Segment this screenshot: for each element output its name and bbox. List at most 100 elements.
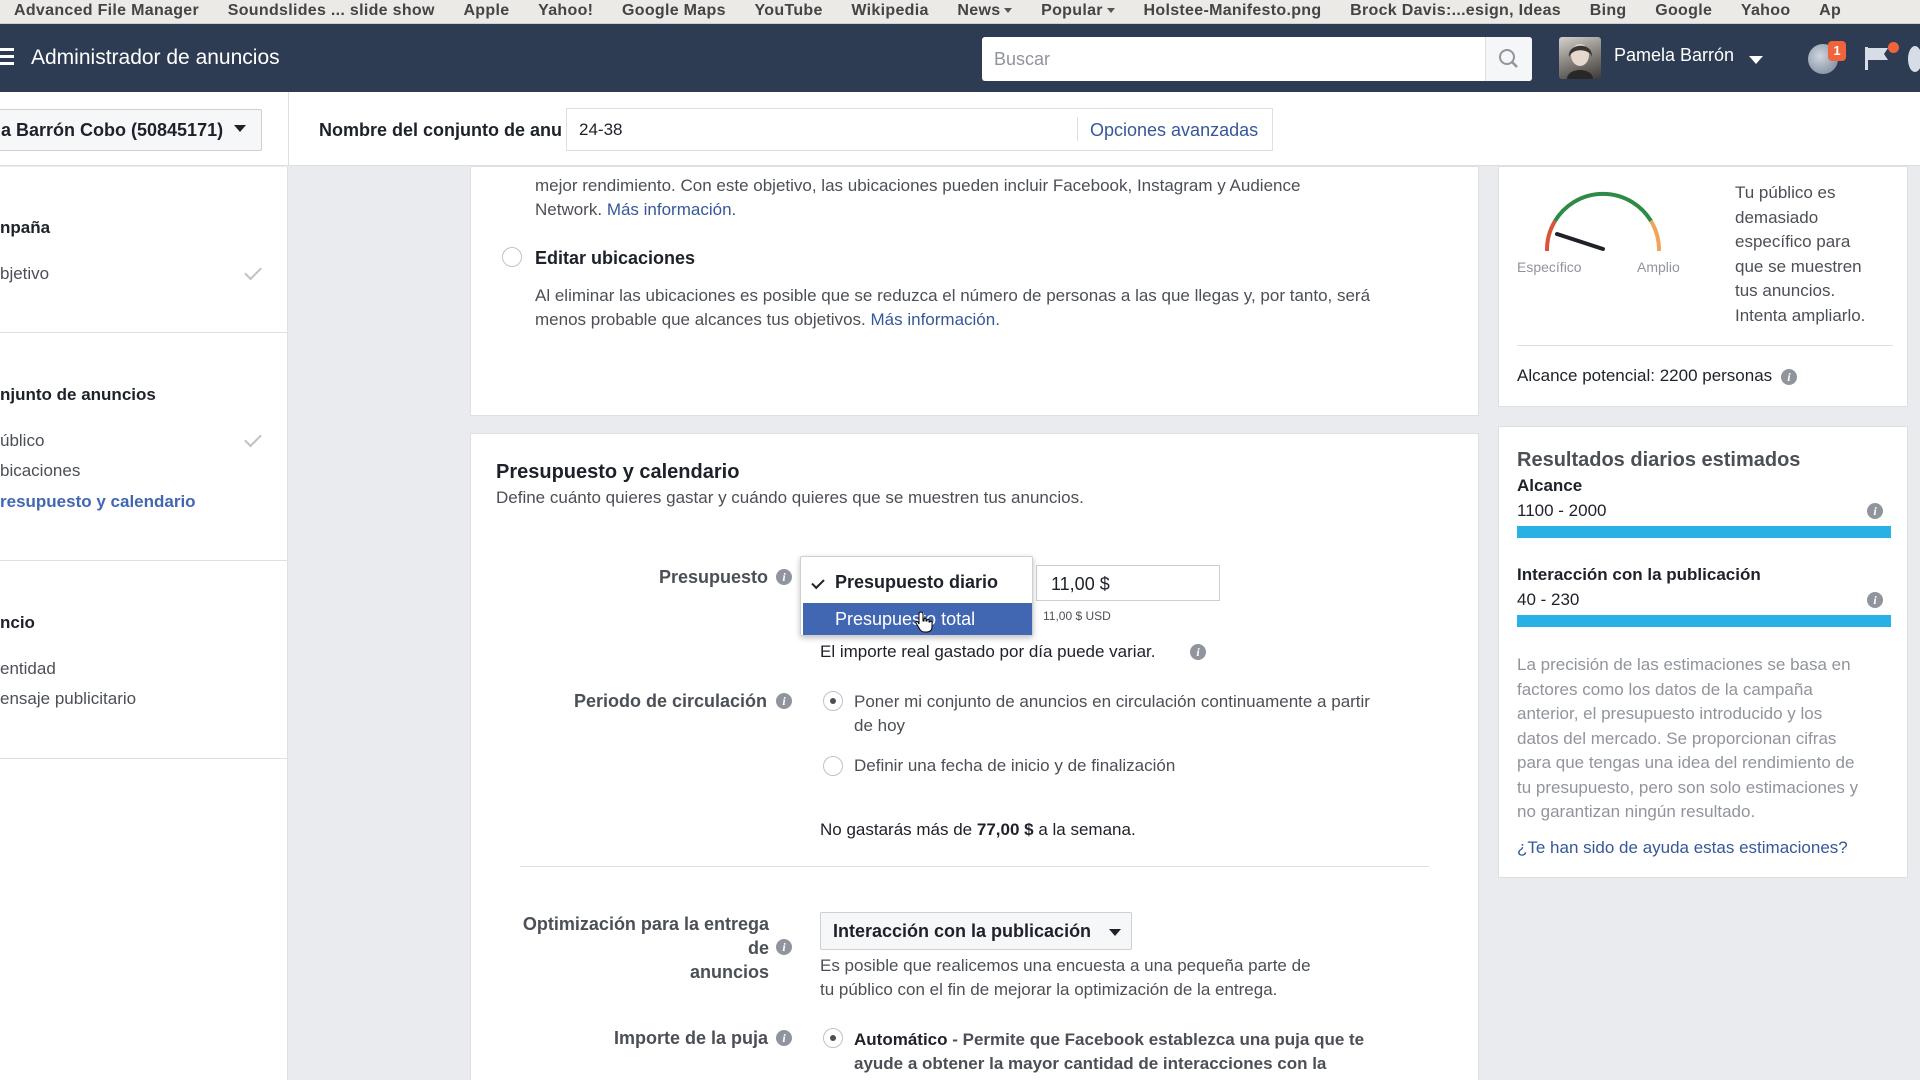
section-subtitle: Define cuánto quieres gastar y cuándo qu… bbox=[496, 488, 1084, 507]
bookmark-item[interactable]: Advanced File Manager bbox=[0, 3, 199, 19]
bid-automatic-description: - Permite que Facebook establezca una pu… bbox=[952, 1030, 1365, 1049]
sidebar: npaña bjetivo njunto de anuncios úblico … bbox=[0, 167, 288, 1080]
check-icon bbox=[244, 429, 262, 448]
avatar[interactable] bbox=[1559, 37, 1601, 79]
adset-name-input[interactable] bbox=[567, 109, 1077, 150]
info-icon[interactable]: i bbox=[776, 693, 792, 709]
weekly-limit-amount: 77,00 $ bbox=[976, 820, 1034, 839]
audience-warning-message: Tu público es demasiado específico para … bbox=[1735, 181, 1865, 328]
placements-card: mejor rendimiento. Con este objetivo, la… bbox=[470, 166, 1479, 416]
bookmark-item[interactable]: Google Maps bbox=[598, 3, 726, 19]
divider bbox=[1517, 345, 1893, 346]
info-icon[interactable]: i bbox=[1190, 644, 1206, 660]
info-icon[interactable]: i bbox=[1867, 503, 1883, 519]
chevron-down-icon[interactable] bbox=[1749, 56, 1763, 64]
sidebar-section-adset[interactable]: njunto de anuncios bbox=[0, 385, 156, 405]
sidebar-item-identity[interactable]: entidad bbox=[0, 659, 56, 679]
gear-icon[interactable] bbox=[1908, 46, 1920, 72]
search-box bbox=[982, 37, 1532, 81]
edit-placements-radio[interactable] bbox=[502, 247, 522, 267]
sidebar-item-budget[interactable]: resupuesto y calendario bbox=[0, 492, 196, 512]
optimization-note-line: Es posible que realicemos una encuesta a… bbox=[820, 956, 1311, 975]
sidebar-section-ad[interactable]: ncio bbox=[0, 613, 35, 633]
search-button[interactable] bbox=[1485, 37, 1532, 81]
bookmark-item[interactable]: Yahoo! bbox=[514, 3, 593, 19]
optimization-dropdown[interactable]: Interacción con la publicación bbox=[820, 912, 1132, 950]
advanced-options-link[interactable]: Opciones avanzadas bbox=[1090, 120, 1258, 141]
budget-option-daily[interactable]: Presupuesto diario bbox=[801, 565, 1032, 597]
bookmark-item[interactable]: Wikipedia bbox=[827, 3, 928, 19]
info-icon[interactable]: i bbox=[776, 939, 792, 955]
bookmark-item[interactable]: Apple bbox=[439, 3, 509, 19]
bookmark-item[interactable]: Brock Davis:...esign, Ideas bbox=[1326, 3, 1561, 19]
divider bbox=[0, 758, 288, 759]
chevron-down-icon[interactable] bbox=[234, 125, 246, 132]
optimization-label-line: anuncios bbox=[689, 962, 769, 982]
budget-schedule-card: Presupuesto y calendario Define cuánto q… bbox=[470, 433, 1479, 1080]
more-info-link[interactable]: Más información. bbox=[607, 200, 736, 219]
app-title: Administrador de anuncios bbox=[31, 46, 280, 69]
budget-option-daily-label: Presupuesto diario bbox=[835, 572, 999, 592]
bookmark-folder-label: News bbox=[957, 2, 1001, 19]
estimates-disclaimer-line: anterior, el presupuesto introducido y l… bbox=[1517, 704, 1823, 723]
check-icon bbox=[811, 575, 825, 590]
sidebar-section-campaign[interactable]: npaña bbox=[0, 218, 50, 238]
optimization-dropdown-label: Interacción con la publicación bbox=[833, 921, 1092, 941]
bookmark-folder-label: Popular bbox=[1041, 2, 1103, 19]
optimization-note: Es posible que realicemos una encuesta a… bbox=[820, 954, 1311, 1002]
estimates-disclaimer-line: La precisión de las estimaciones se basa… bbox=[1517, 655, 1851, 674]
schedule-dates-label[interactable]: Definir una fecha de inicio y de finaliz… bbox=[854, 756, 1175, 776]
schedule-continuous-radio[interactable] bbox=[823, 691, 843, 711]
optimization-note-line: tu público con el fin de mejorar la opti… bbox=[820, 980, 1278, 999]
bookmark-item[interactable]: Soundslides ... slide show bbox=[204, 3, 435, 19]
budget-amount-input[interactable]: 11,00 $ bbox=[1036, 565, 1220, 601]
info-icon[interactable]: i bbox=[1780, 368, 1797, 385]
info-icon[interactable]: i bbox=[1867, 592, 1883, 608]
bid-automatic-title: Automático bbox=[854, 1030, 948, 1049]
bookmark-item[interactable]: Bing bbox=[1566, 3, 1627, 19]
bookmark-item[interactable]: Holstee-Manifesto.png bbox=[1120, 3, 1322, 19]
audience-warning-line: Tu público es bbox=[1735, 183, 1836, 202]
sidebar-item-audience[interactable]: úblico bbox=[0, 431, 44, 451]
bookmark-folder[interactable]: News bbox=[933, 2, 1013, 19]
info-icon[interactable]: i bbox=[776, 1030, 792, 1046]
estimates-disclaimer-line: no garantizan ningún resultado. bbox=[1517, 802, 1756, 821]
bookmark-item[interactable]: YouTube bbox=[731, 3, 823, 19]
search-input[interactable] bbox=[982, 37, 1484, 81]
daily-spend-note: El importe real gastado por día puede va… bbox=[820, 642, 1156, 661]
bid-automatic-label[interactable]: Automático - Permite que Facebook establ… bbox=[854, 1028, 1364, 1076]
sidebar-item-ad-message[interactable]: ensaje publicitario bbox=[0, 689, 136, 709]
schedule-continuous-label[interactable]: Poner mi conjunto de anuncios en circula… bbox=[854, 690, 1370, 738]
user-name[interactable]: Pamela Barrón bbox=[1614, 45, 1734, 66]
account-selector[interactable]: a Barrón Cobo (50845171) bbox=[0, 109, 262, 151]
estimates-disclaimer-line: tu presupuesto, pero son solo estimacion… bbox=[1517, 777, 1859, 797]
placements-description-line: Network. Más información. bbox=[535, 198, 1300, 222]
optimization-label: Optimización para la entrega de anuncios bbox=[511, 912, 769, 984]
engagement-label: Interacción con la publicación bbox=[1517, 565, 1761, 584]
bookmark-item[interactable]: Ap bbox=[1795, 3, 1841, 19]
bookmark-folder[interactable]: Popular bbox=[1017, 2, 1115, 19]
engagement-value: 40 - 230 bbox=[1517, 590, 1580, 609]
sidebar-item-objective[interactable]: bjetivo bbox=[0, 264, 49, 284]
bookmarks-bar: Advanced File Manager Soundslides ... sl… bbox=[0, 0, 1920, 24]
sidebar-item-placements[interactable]: bicaciones bbox=[0, 461, 80, 481]
schedule-dates-radio[interactable] bbox=[823, 756, 843, 776]
edit-placements-label[interactable]: Editar ubicaciones bbox=[535, 248, 695, 269]
more-info-link[interactable]: Más información. bbox=[871, 310, 1000, 329]
notification-badge: 1 bbox=[1828, 41, 1846, 61]
estimates-feedback-link[interactable]: ¿Te han sido de ayuda estas estimaciones… bbox=[1517, 838, 1848, 858]
reach-estimate-bar bbox=[1517, 526, 1891, 538]
audience-warning-line: que se muestren bbox=[1735, 256, 1862, 276]
bid-automatic-radio[interactable] bbox=[823, 1028, 843, 1048]
info-icon[interactable]: i bbox=[776, 569, 792, 585]
divider bbox=[1077, 117, 1078, 141]
edit-placements-description: Al eliminar las ubicaciones es posible q… bbox=[535, 284, 1370, 332]
estimates-disclaimer-line: datos del mercado. Se proporcionan cifra… bbox=[1517, 728, 1837, 748]
section-title: Presupuesto y calendario bbox=[496, 461, 740, 483]
bookmark-item[interactable]: Yahoo bbox=[1717, 3, 1791, 19]
schedule-label: Periodo de circulación bbox=[574, 691, 768, 711]
bid-automatic-label-line: ayude a obtener la mayor cantidad de int… bbox=[854, 1054, 1327, 1073]
bookmark-item[interactable]: Google bbox=[1631, 3, 1712, 19]
hamburger-menu-icon[interactable] bbox=[0, 48, 14, 65]
estimates-disclaimer-line: para que tengas una idea del rendimiento… bbox=[1517, 753, 1855, 772]
